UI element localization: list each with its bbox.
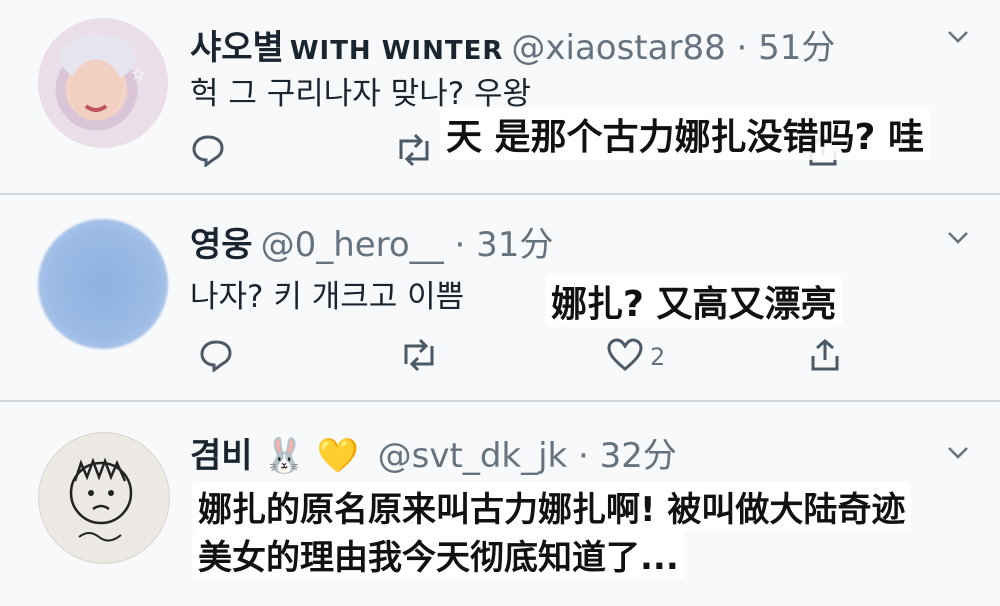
chevron-down-icon[interactable]	[944, 438, 972, 466]
handle-time[interactable]: @0_hero__ · 31分	[261, 225, 554, 265]
subtitle-overlay-line-1: 娜扎的原名原来叫古力娜扎啊! 被叫做大陆奇迹	[192, 482, 912, 531]
handle-time[interactable]: @svt_dk_jk · 32分	[378, 436, 677, 476]
avatar[interactable]: ☆	[38, 18, 168, 148]
tweet-header: 샤오별 WITH WINTER @xiaostar88 · 51分	[190, 20, 835, 69]
tweet-1[interactable]: ☆ 샤오별 WITH WINTER @xiaostar88 · 51分 헉 그 구리…	[0, 0, 1000, 193]
tweet-2[interactable]: 영웅 @0_hero__ · 31分 나자? 키 개크고 이쁨 2 娜扎? 又高又…	[0, 195, 1000, 400]
handle-time[interactable]: @xiaostar88 · 51分	[511, 28, 835, 68]
like-icon[interactable]	[606, 338, 644, 372]
display-name[interactable]: 겸비	[190, 436, 253, 476]
chevron-down-icon[interactable]	[944, 22, 972, 50]
tweet-text: 헉 그 구리나자 맞나? 우왕	[190, 76, 532, 112]
name-emoji: 🐰 💛	[263, 436, 359, 476]
subtitle-overlay: 天 是那个古力娜扎没错吗? 哇	[440, 108, 930, 160]
display-name-extra[interactable]: WITH WINTER	[290, 36, 504, 66]
avatar[interactable]	[38, 432, 170, 564]
svg-text:☆: ☆	[130, 64, 146, 85]
subtitle-overlay: 娜扎? 又高又漂亮	[545, 275, 843, 327]
tweet-text: 나자? 키 개크고 이쁨	[190, 279, 465, 315]
tweet-header: 영웅 @0_hero__ · 31分	[190, 217, 553, 266]
tweet-3[interactable]: 겸비 🐰 💛 @svt_dk_jk · 32分 娜扎的原名原来叫古力娜扎啊! 被…	[0, 402, 1000, 606]
tweet-header: 겸비 🐰 💛 @svt_dk_jk · 32分	[190, 428, 677, 477]
retweet-icon[interactable]	[393, 133, 435, 167]
display-name[interactable]: 영웅	[190, 225, 253, 265]
share-icon[interactable]	[808, 338, 842, 372]
reply-icon[interactable]	[190, 133, 226, 167]
display-name[interactable]: 샤오별	[190, 28, 284, 68]
avatar[interactable]	[38, 219, 168, 349]
like-count: 2	[650, 343, 666, 371]
reply-icon[interactable]	[198, 338, 234, 372]
chevron-down-icon[interactable]	[944, 223, 972, 251]
retweet-icon[interactable]	[398, 338, 440, 372]
subtitle-overlay-line-2: 美女的理由我今天彻底知道了...	[192, 530, 685, 579]
